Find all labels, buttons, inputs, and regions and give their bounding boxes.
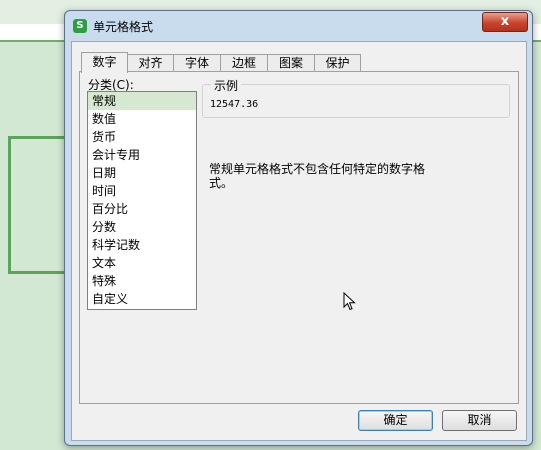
tab-number[interactable]: 数字 [81,52,128,73]
sample-group: 示例 12547.36 [202,77,510,118]
format-description: 常规单元格格式不包含任何特定的数字格式。 [209,162,426,190]
tab-border[interactable]: 边框 [220,54,268,72]
category-item-date[interactable]: 日期 [88,164,196,182]
format-cells-dialog: S 单元格格式 x 数字 对齐 字体 边框 图案 保护 分类(C): 常规 数值… [64,10,533,446]
tab-font[interactable]: 字体 [173,54,221,72]
dialog-titlebar[interactable]: S 单元格格式 x [65,11,532,39]
mouse-pointer-icon [343,292,356,311]
category-item-text[interactable]: 文本 [88,254,196,272]
number-tab-panel: 分类(C): 常规 数值 货币 会计专用 日期 时间 百分比 分数 科学记数 文… [79,71,519,404]
spreadsheet-selected-range [8,136,69,274]
close-button[interactable]: x [482,12,528,32]
wps-spreadsheet-icon: S [73,19,87,33]
category-item-fraction[interactable]: 分数 [88,218,196,236]
dialog-title: 单元格格式 [93,20,154,34]
category-item-percentage[interactable]: 百分比 [88,200,196,218]
category-item-custom[interactable]: 自定义 [88,290,196,308]
category-item-time[interactable]: 时间 [88,182,196,200]
category-item-number[interactable]: 数值 [88,110,196,128]
tab-alignment[interactable]: 对齐 [127,54,174,72]
spreadsheet-cell[interactable] [0,24,70,41]
category-item-special[interactable]: 特殊 [88,272,196,290]
category-item-scientific[interactable]: 科学记数 [88,236,196,254]
tab-protection[interactable]: 保护 [314,54,361,72]
ok-button[interactable]: 确定 [358,410,433,431]
sample-title: 示例 [211,77,242,94]
category-item-accounting[interactable]: 会计专用 [88,146,196,164]
cancel-button[interactable]: 取消 [442,410,517,431]
dialog-body: 数字 对齐 字体 边框 图案 保护 分类(C): 常规 数值 货币 会计专用 日… [71,41,527,441]
close-icon: x [500,14,510,29]
sample-value: 12547.36 [210,99,259,110]
category-item-general[interactable]: 常规 [88,92,196,110]
tab-pattern[interactable]: 图案 [267,54,315,72]
category-list[interactable]: 常规 数值 货币 会计专用 日期 时间 百分比 分数 科学记数 文本 特殊 自定… [87,91,197,310]
category-item-currency[interactable]: 货币 [88,128,196,146]
